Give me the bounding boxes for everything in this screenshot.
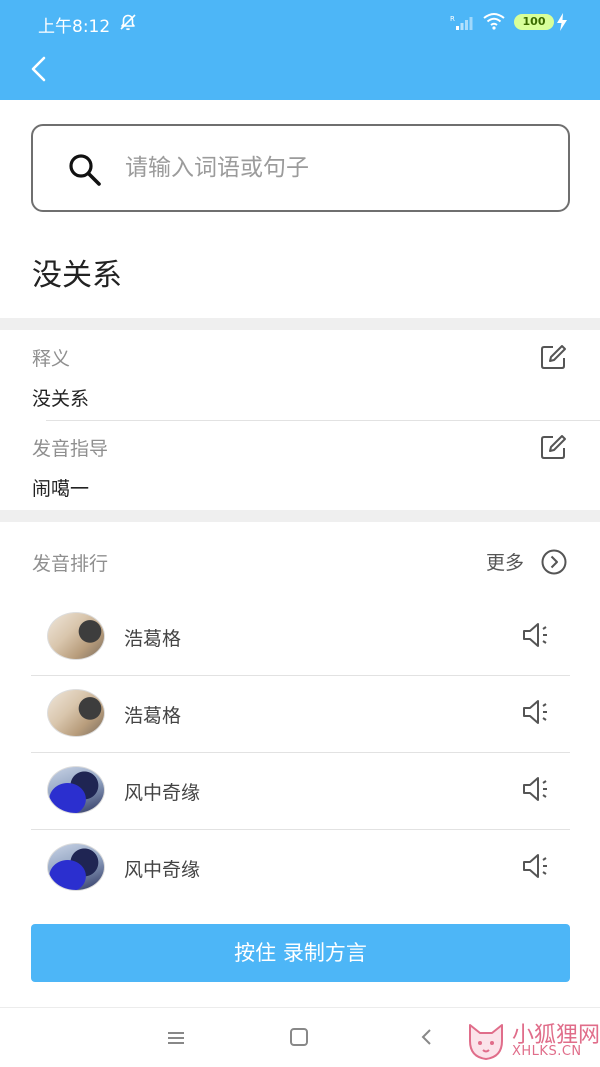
- user-name: 浩葛格: [124, 628, 182, 650]
- menu-icon[interactable]: [166, 1030, 186, 1046]
- back-arrow-icon[interactable]: [22, 52, 56, 86]
- user-name: 风中奇缘: [124, 859, 201, 881]
- edit-icon[interactable]: [540, 344, 568, 370]
- word-title: 没关系: [32, 258, 122, 293]
- search-icon: [69, 154, 101, 186]
- watermark: 小狐狸网 XHLKS.CN: [460, 1015, 600, 1067]
- speaker-icon[interactable]: [521, 774, 555, 804]
- list-item[interactable]: 风中奇缘: [31, 752, 570, 829]
- battery-icon: 100: [514, 14, 554, 30]
- avatar: [47, 612, 105, 660]
- status-bar: 上午8:12 R 100: [0, 0, 600, 44]
- avatar: [47, 689, 105, 737]
- definition-label: 释义: [32, 348, 71, 370]
- svg-text:R: R: [450, 15, 455, 23]
- chevron-right-circle-icon[interactable]: [540, 548, 568, 576]
- home-icon[interactable]: [290, 1028, 308, 1046]
- divider: [46, 420, 600, 421]
- user-name: 浩葛格: [124, 705, 182, 727]
- section-gap: [0, 318, 600, 330]
- search-box[interactable]: [31, 124, 570, 212]
- bell-off-icon: [120, 14, 136, 31]
- record-dialect-button[interactable]: 按住 录制方言: [31, 924, 570, 982]
- status-time: 上午8:12: [38, 17, 111, 37]
- fox-logo-icon: [469, 1024, 503, 1060]
- ranking-label: 发音排行: [32, 553, 109, 575]
- section-gap: [0, 510, 600, 522]
- list-item[interactable]: 浩葛格: [31, 675, 570, 752]
- pronunciation-guide-label: 发音指导: [32, 438, 109, 460]
- definition-value: 没关系: [32, 388, 90, 410]
- avatar: [47, 843, 105, 891]
- list-item[interactable]: 浩葛格: [31, 598, 570, 675]
- speaker-icon[interactable]: [521, 697, 555, 727]
- user-name: 风中奇缘: [124, 782, 201, 804]
- watermark-subtitle: XHLKS.CN: [512, 1044, 582, 1059]
- nav-back-icon[interactable]: [418, 1026, 434, 1048]
- avatar: [47, 766, 105, 814]
- speaker-icon[interactable]: [521, 851, 555, 881]
- wifi-icon: [483, 13, 505, 30]
- app-header: 上午8:12 R 100: [0, 0, 600, 100]
- list-item[interactable]: 风中奇缘: [31, 829, 570, 906]
- edit-icon[interactable]: [540, 434, 568, 460]
- speaker-icon[interactable]: [521, 620, 555, 650]
- more-link[interactable]: 更多: [486, 548, 524, 575]
- charging-icon: [557, 13, 567, 31]
- pronunciation-guide-value: 闹噶一: [32, 478, 90, 500]
- signal-icon: R: [450, 15, 473, 30]
- search-input[interactable]: [125, 148, 545, 188]
